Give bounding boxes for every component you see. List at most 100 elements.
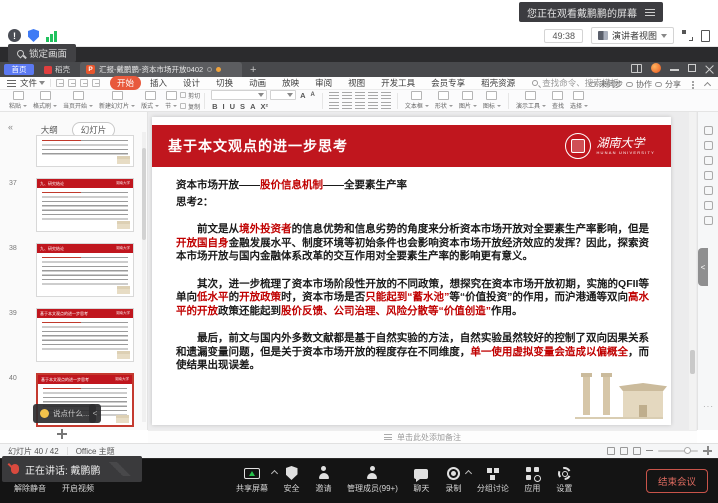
quick-chat-placeholder[interactable]: 说点什么...	[53, 408, 89, 419]
record-button[interactable]: 录制	[445, 466, 462, 494]
menu-tab[interactable]: 审阅	[308, 76, 339, 90]
side-panel-toggle-icon[interactable]	[701, 30, 710, 42]
dock-collapse-handle[interactable]: <	[698, 248, 708, 286]
security-button[interactable]: 安全	[283, 466, 300, 494]
new-document-tab-button[interactable]: +	[250, 64, 256, 76]
clipboard-action[interactable]: 剪切	[180, 91, 200, 100]
undo-icon[interactable]	[80, 79, 88, 87]
restore-button[interactable]	[688, 64, 696, 72]
bullet-list-icon[interactable]	[329, 92, 339, 100]
indent-increase-icon[interactable]	[368, 92, 378, 100]
pin-screen-button[interactable]: 锁定画面	[8, 44, 76, 62]
breakout-rooms-button[interactable]: 分组讨论	[477, 466, 509, 494]
dock-more-icon[interactable]: ···	[703, 402, 713, 411]
layout-button[interactable]: 版式	[138, 91, 162, 110]
slide-thumbnail[interactable]	[36, 135, 134, 167]
emoji-icon[interactable]	[40, 409, 49, 418]
slideshow-view-icon[interactable]	[633, 447, 641, 455]
slide-canvas[interactable]: 基于本文观点的进一步思考 湖南大学 HUNAN UNIVERSITY 资本市场开…	[152, 117, 671, 425]
view-mode-button[interactable]: 演讲者视图	[591, 27, 674, 44]
select-button[interactable]: 选择	[567, 91, 591, 110]
menu-tab[interactable]: 切换	[209, 76, 240, 90]
normal-view-icon[interactable]	[607, 447, 615, 455]
save-icon[interactable]	[56, 79, 64, 87]
line-spacing-icon[interactable]	[381, 92, 391, 100]
manage-members-button[interactable]: 管理成员(99+)	[347, 466, 398, 494]
textbox-button[interactable]: 文本框	[402, 91, 432, 110]
section-button[interactable]: 节	[162, 91, 180, 110]
notes-bar[interactable]: 单击此处添加备注	[148, 430, 697, 443]
menu-tab[interactable]: 稻壳资源	[474, 76, 522, 90]
indent-decrease-icon[interactable]	[355, 92, 365, 100]
panel-scrollbar[interactable]	[142, 132, 146, 422]
text-style-button[interactable]: U	[229, 102, 236, 111]
wps-home-tab[interactable]: 首页	[4, 64, 34, 75]
justify-icon[interactable]	[368, 102, 378, 110]
text-style-button[interactable]: I	[222, 102, 226, 111]
slide-thumbnail[interactable]: 基于本文观点的进一步思考 湖南大学	[36, 308, 134, 362]
slide-thumbnail[interactable]: 九、研究结论 湖南大学	[36, 178, 134, 232]
print-icon[interactable]	[68, 79, 76, 87]
invite-button[interactable]: 邀请	[315, 466, 332, 494]
dock-icon[interactable]	[704, 126, 713, 135]
menu-tab[interactable]: 视图	[341, 76, 372, 90]
clipboard-action[interactable]: 复制	[180, 102, 200, 111]
present-tools-button[interactable]: 演示工具	[513, 91, 549, 110]
text-style-button[interactable]: X²	[259, 102, 269, 111]
chat-button[interactable]: 聊天	[413, 466, 430, 494]
dock-icon[interactable]	[704, 156, 713, 165]
wps-docer-tab[interactable]: 稻壳	[40, 64, 74, 75]
menu-tab[interactable]: 放映	[275, 76, 306, 90]
apps-button[interactable]: 应用	[524, 466, 541, 494]
close-button[interactable]	[705, 64, 714, 73]
end-meeting-button[interactable]: 结束会议	[646, 469, 708, 493]
quick-chat-bubble[interactable]: 说点什么...	[33, 404, 96, 423]
text-style-button[interactable]: B	[211, 102, 218, 111]
dock-icon[interactable]	[704, 216, 713, 225]
file-menu[interactable]: 文件	[20, 77, 37, 89]
menu-right-item[interactable]: 分享	[655, 79, 681, 90]
slide-sorter-icon[interactable]	[620, 447, 628, 455]
more-options-icon[interactable]	[692, 84, 694, 86]
paste-button[interactable]: 粘贴	[6, 91, 30, 110]
increase-font-icon[interactable]: A	[299, 91, 306, 100]
dock-icon[interactable]	[704, 186, 713, 195]
icons-button[interactable]: 图标	[480, 91, 504, 110]
numbered-list-icon[interactable]	[342, 92, 352, 100]
menu-right-item[interactable]: 协作	[626, 79, 652, 90]
font-family-select[interactable]	[211, 90, 267, 100]
theme-name[interactable]: Office 主题	[76, 446, 115, 457]
menu-tab[interactable]: 开发工具	[374, 76, 422, 90]
meeting-info-icon[interactable]: !	[8, 29, 21, 42]
wps-logo-icon[interactable]	[651, 63, 661, 73]
add-slide-button[interactable]	[56, 428, 68, 440]
zoom-out-button[interactable]	[646, 450, 653, 452]
dock-icon[interactable]	[704, 171, 713, 180]
chat-bubble-collapse-button[interactable]: <	[89, 404, 101, 423]
slide-area-scrollbar[interactable]	[689, 112, 696, 430]
zoom-slider[interactable]	[658, 450, 698, 452]
menu-tab[interactable]: 会员专享	[424, 76, 472, 90]
align-center-icon[interactable]	[342, 102, 352, 110]
zoom-slider-knob[interactable]	[684, 447, 691, 454]
chevron-up-icon[interactable]	[271, 470, 278, 477]
reading-mode-icon[interactable]	[631, 64, 642, 73]
chevron-up-icon[interactable]	[465, 470, 472, 477]
menu-tab[interactable]: 设计	[176, 76, 207, 90]
security-shield-icon[interactable]	[28, 29, 39, 42]
picture-button[interactable]: 图片	[456, 91, 480, 110]
shapes-button[interactable]: 形状	[432, 91, 456, 110]
menu-right-item[interactable]: 未同步	[589, 79, 623, 90]
slide-thumbnail[interactable]: 九、研究结论 湖南大学	[36, 243, 134, 297]
wps-document-tab[interactable]: 汇报-戴鹏鹏-资本市场开放0402	[80, 62, 242, 77]
app-menu-icon[interactable]	[7, 80, 16, 87]
text-style-button[interactable]: S	[239, 102, 246, 111]
share-screen-button[interactable]: 共享屏幕	[236, 466, 268, 494]
format-painter-button[interactable]: 格式刷	[30, 91, 60, 110]
collapse-ribbon-icon[interactable]	[704, 82, 711, 89]
font-size-select[interactable]	[270, 90, 296, 100]
align-left-icon[interactable]	[329, 102, 339, 110]
play-from-current-button[interactable]: 当页开始	[60, 91, 96, 110]
menu-tab[interactable]: 插入	[143, 76, 174, 90]
redo-icon[interactable]	[92, 79, 100, 87]
